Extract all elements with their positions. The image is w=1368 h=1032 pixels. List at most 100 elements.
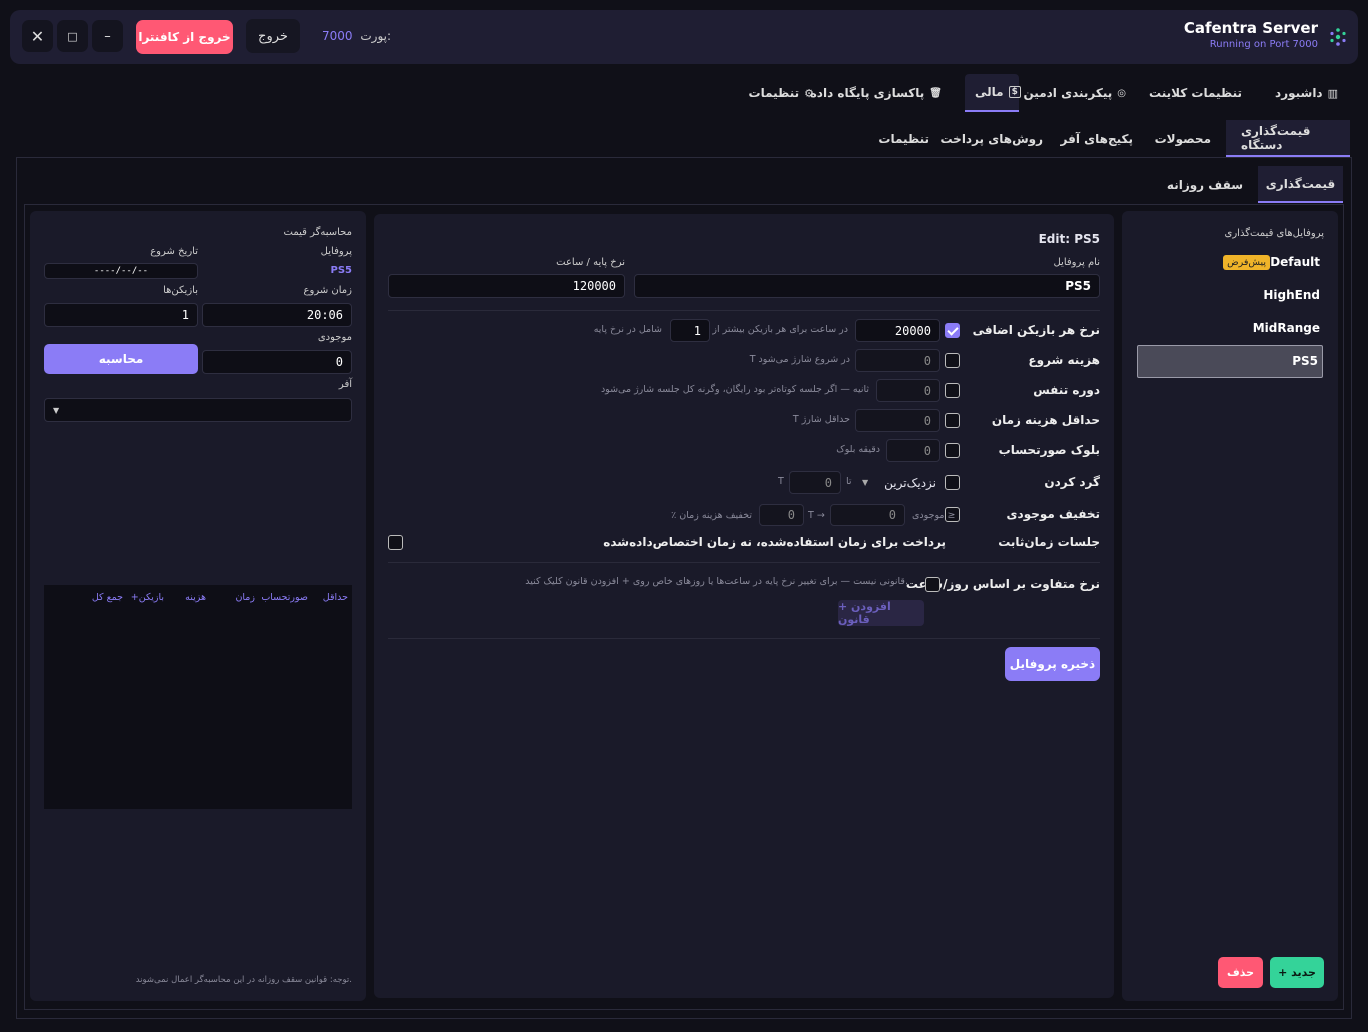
minimize-button[interactable]: – [92, 20, 123, 52]
start-fee-checkbox[interactable] [945, 353, 960, 368]
profile-item-highend[interactable]: HighEnd [1263, 288, 1320, 302]
rounding-mode-value: نزدیک‌ترین [884, 475, 936, 490]
rounding-label: گرد کردن [1044, 475, 1100, 489]
calc-balance-label: موجودی [317, 332, 352, 343]
grace-period-hint: ثانیه — اگر جلسه کوتاه‌تر بود رایگان، وگ… [600, 384, 869, 395]
port-value: 7000 [322, 29, 353, 43]
min-charge-input[interactable]: 0 [855, 409, 940, 432]
delete-profile-button[interactable]: حذف [1218, 957, 1263, 988]
calc-balance-input[interactable]: 0 [202, 350, 352, 374]
rounding-checkbox[interactable] [945, 475, 960, 490]
extra-player-count-input[interactable]: 1 [670, 319, 710, 342]
col-time: زمان [235, 592, 255, 603]
rounding-mode-select[interactable]: ▼ نزدیک‌ترین [858, 471, 940, 494]
min-charge-hint: T حداقل شارژ [792, 414, 850, 425]
extra-player-rate-input[interactable]: 20000 [855, 319, 940, 342]
start-fee-label: هزینه شروع [1028, 353, 1100, 367]
divider [388, 638, 1100, 639]
balance-discount-label: تخفیف موجودی [1006, 507, 1100, 521]
tab-label: مالی [975, 85, 1004, 99]
profile-item-midrange[interactable]: MidRange [1253, 321, 1320, 335]
discount-balance-input[interactable]: 0 [830, 504, 905, 526]
chevron-down-icon: ▼ [862, 478, 869, 487]
tab-client-settings[interactable]: تنظیمات کلاینت [1135, 74, 1256, 112]
tab-settings[interactable]: تنظیمات ⚙ [735, 74, 828, 112]
calc-date-input[interactable]: ----/--/-- [44, 263, 198, 279]
chart-icon: ▥ [1327, 86, 1338, 100]
discount-percent-input[interactable]: 0 [759, 504, 804, 526]
calc-offer-select[interactable]: ▼ [44, 398, 352, 422]
save-profile-button[interactable]: ذخیره پروفایل [1005, 647, 1100, 681]
fixed-sessions-desc: پرداخت برای زمان استفاده‌شده، نه زمان اخ… [603, 535, 946, 549]
calc-offer-label: آفر [338, 379, 352, 390]
calc-players-input[interactable]: 1 [44, 303, 198, 327]
chevron-down-icon: ▼ [53, 405, 60, 415]
col-total: جمع کل [91, 592, 123, 603]
variable-rate-checkbox[interactable] [925, 577, 940, 592]
subtab-device-pricing[interactable]: قیمت‌گذاری دستگاه [1226, 120, 1350, 157]
discount-arrow: T → [808, 510, 825, 521]
close-button[interactable]: ✕ [22, 20, 53, 52]
exit-button[interactable]: خروج [246, 19, 300, 53]
fixed-sessions-checkbox[interactable] [388, 535, 403, 550]
profile-name-input[interactable]: PS5 [634, 274, 1100, 298]
subtab-offer-packages[interactable]: پکیج‌های آفر [1046, 120, 1148, 157]
calc-profile-value: PS5 [330, 265, 353, 276]
subsubtab-pricing[interactable]: قیمت‌گذاری [1258, 166, 1343, 203]
calc-note: توجه: قوانین سقف روزانه در این محاسبه‌گر… [135, 975, 352, 985]
profile-item-default[interactable]: Default [1270, 255, 1320, 269]
profile-item-ps5[interactable]: PS5 [1292, 354, 1318, 368]
calc-players-label: بازیکن‌ها [163, 285, 198, 296]
fixed-sessions-label: جلسات زمان‌ثابت [998, 535, 1100, 549]
billing-block-input[interactable]: 0 [886, 439, 940, 462]
tab-label: تنظیمات [748, 86, 800, 100]
exit-cafentra-button[interactable]: خروج از کافنترا [136, 20, 233, 54]
grace-period-input[interactable]: 0 [876, 379, 940, 402]
subtab-products[interactable]: محصولات [1140, 120, 1226, 157]
base-rate-input[interactable]: 120000 [388, 274, 625, 298]
title-bar: Cafentra Server Running on Port 7000 700… [10, 10, 1358, 64]
maximize-button[interactable]: □ [57, 20, 88, 52]
subtab-payment-methods[interactable]: روش‌های پرداخت [925, 120, 1058, 157]
billing-block-checkbox[interactable] [945, 443, 960, 458]
editor-title: Edit: PS5 [1038, 232, 1100, 246]
subsubtab-daily-cap[interactable]: سقف روزانه [1152, 166, 1258, 203]
tab-finance[interactable]: مالی $ [965, 74, 1021, 112]
grace-period-checkbox[interactable] [945, 383, 960, 398]
start-fee-input[interactable]: 0 [855, 349, 940, 372]
subtab-settings[interactable]: تنظیمات [863, 120, 944, 157]
start-fee-hint: T در شروع شارژ می‌شود [749, 354, 850, 365]
base-rate-label: نرخ پایه / ساعت [556, 257, 625, 268]
calc-profile-label: پروفایل [320, 246, 352, 257]
extra-player-included-hint: شامل در نرخ پایه [593, 324, 662, 335]
calculator-title: محاسبه‌گر قیمت [283, 227, 352, 238]
min-charge-checkbox[interactable] [945, 413, 960, 428]
extra-player-checkbox[interactable] [945, 323, 960, 338]
default-badge: پیش‌فرض [1223, 255, 1270, 270]
col-cost: هزینه [185, 592, 206, 603]
calc-time-input[interactable]: 20:06 [202, 303, 352, 327]
calculate-button[interactable]: محاسبه [44, 344, 198, 374]
new-profile-button[interactable]: + جدید [1270, 957, 1324, 988]
shield-icon: ◎ [1117, 87, 1126, 99]
grace-period-label: دوره تنفس [1033, 383, 1100, 397]
add-rule-button[interactable]: + افزودن قانون [838, 600, 924, 626]
extra-player-label: نرخ هر بازیکن اضافی [972, 323, 1100, 337]
rounding-value-input[interactable]: 0 [789, 471, 841, 494]
tab-admin-config[interactable]: پیکربندی ادمین ◎ [1010, 74, 1141, 112]
calc-results-table: حداقل صورتحساب زمان هزینه +بازیکن جمع کل [44, 585, 352, 809]
rounding-to-label: تا [846, 476, 852, 487]
extra-player-hint: T در ساعت برای هر بازیکن بیشتر از [704, 324, 848, 335]
divider [388, 310, 1100, 311]
col-billing: صورتحساب [261, 592, 308, 603]
tab-label: تنظیمات کلاینت [1149, 86, 1242, 100]
divider [388, 562, 1100, 563]
tab-dashboard[interactable]: داشبورد ▥ [1261, 74, 1352, 112]
app-name: Cafentra Server [1183, 19, 1318, 37]
calculator-panel: محاسبه‌گر قیمت پروفایل PS5 تاریخ شروع --… [30, 211, 366, 1001]
server-status: Running on Port 7000 [1209, 39, 1318, 50]
min-charge-label: حداقل هزینه زمان [991, 413, 1100, 427]
billing-block-hint: دقیقه بلوک [836, 444, 880, 455]
calc-time-label: زمان شروع [303, 285, 352, 296]
billing-block-label: بلوک صورتحساب [998, 443, 1100, 457]
